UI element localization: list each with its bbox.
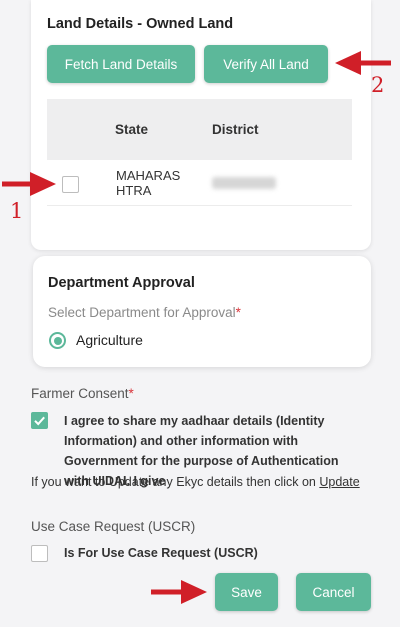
- land-details-card: Land Details - Owned Land Fetch Land Det…: [31, 0, 371, 250]
- verify-all-land-button[interactable]: Verify All Land: [204, 45, 328, 83]
- consent-checkbox[interactable]: [31, 412, 48, 429]
- column-header-state: State: [115, 122, 149, 137]
- column-header-district: District: [212, 122, 259, 137]
- department-select-label: Select Department for Approval*: [48, 305, 241, 320]
- update-link[interactable]: Update: [319, 475, 359, 489]
- cancel-button[interactable]: Cancel: [296, 573, 371, 611]
- land-details-title: Land Details - Owned Land: [47, 16, 234, 32]
- row-district-redacted: [212, 177, 276, 189]
- annotation-step-2: 2: [371, 73, 385, 97]
- arrow-right-icon: [2, 172, 56, 196]
- uscr-checkbox-label[interactable]: Is For Use Case Request (USCR): [64, 546, 258, 560]
- use-case-label: Use Case Request (USCR): [31, 519, 196, 534]
- update-ekyc-line: If you want to Update any Ekyc details t…: [31, 475, 360, 489]
- required-mark: *: [235, 305, 241, 320]
- row-state-cell: MAHARAS HTRA: [116, 168, 181, 198]
- arrow-right-icon: [151, 580, 207, 604]
- annotation-step-1: 1: [10, 199, 24, 223]
- farmer-consent-label: Farmer Consent*: [31, 386, 134, 401]
- check-icon: [34, 416, 45, 426]
- row-select-checkbox[interactable]: [62, 176, 79, 193]
- agriculture-radio[interactable]: [49, 332, 66, 349]
- land-table: State District MAHARAS HTRA: [47, 99, 352, 206]
- department-approval-title: Department Approval: [48, 275, 195, 291]
- fetch-land-details-button[interactable]: Fetch Land Details: [47, 45, 195, 83]
- save-button[interactable]: Save: [215, 573, 278, 611]
- land-table-header: State District: [47, 99, 352, 160]
- table-row: MAHARAS HTRA: [47, 160, 352, 206]
- department-approval-card: Department Approval Select Department fo…: [33, 256, 371, 367]
- required-mark: *: [128, 386, 134, 401]
- uscr-checkbox[interactable]: [31, 545, 48, 562]
- agriculture-radio-label[interactable]: Agriculture: [76, 332, 143, 348]
